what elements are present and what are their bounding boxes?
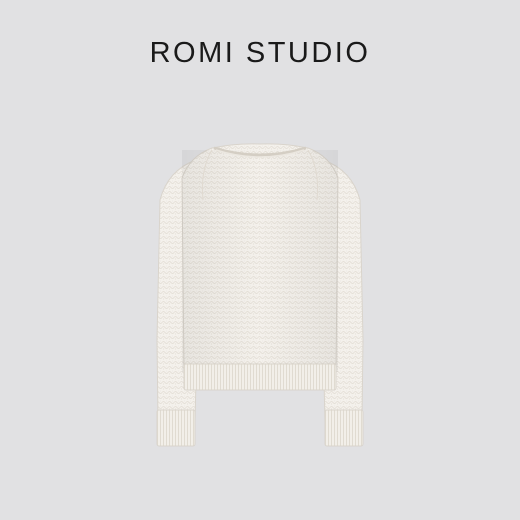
hem-band [183,363,337,391]
left-cuff [156,409,196,447]
knit-sweater-image [156,143,364,447]
right-cuff [324,409,364,447]
product-image-canvas: ROMI STUDIO [0,0,520,520]
